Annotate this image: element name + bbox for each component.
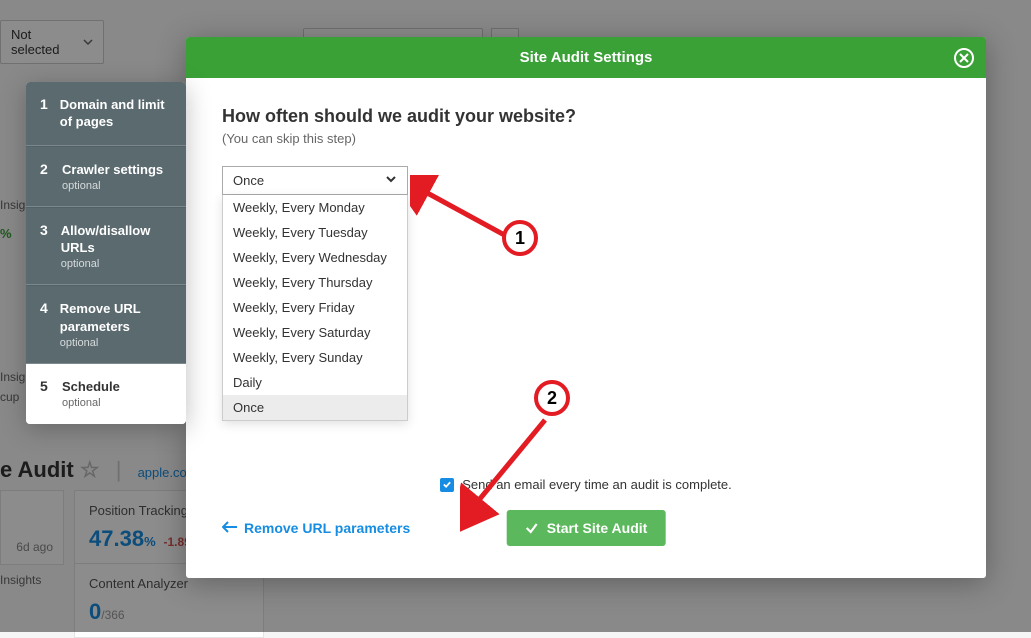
chevron-down-icon <box>385 173 397 188</box>
wizard-step-optional: optional <box>61 258 172 270</box>
modal-title: Site Audit Settings <box>520 49 653 66</box>
frequency-option[interactable]: Weekly, Every Friday <box>223 295 407 320</box>
question-subtitle: (You can skip this step) <box>222 131 950 146</box>
check-icon <box>442 480 452 489</box>
wizard-step-number: 3 <box>40 222 49 271</box>
wizard-step-label: Domain and limit of pages <box>60 97 165 129</box>
site-audit-settings-modal: Site Audit Settings How often should we … <box>186 37 986 578</box>
frequency-option[interactable]: Weekly, Every Sunday <box>223 345 407 370</box>
frequency-select[interactable]: Once <box>222 166 408 195</box>
frequency-dropdown[interactable]: Weekly, Every MondayWeekly, Every Tuesda… <box>222 195 408 421</box>
start-site-audit-button[interactable]: Start Site Audit <box>507 510 666 546</box>
wizard-step-label-wrap: Remove URL parameters optional <box>60 300 172 349</box>
wizard-step-label-wrap: Allow/disallow URLs optional <box>61 222 172 271</box>
frequency-option[interactable]: Weekly, Every Wednesday <box>223 245 407 270</box>
frequency-option[interactable]: Weekly, Every Monday <box>223 195 407 220</box>
wizard-step-number: 2 <box>40 161 50 192</box>
arrow-left-icon <box>222 520 238 536</box>
close-icon <box>959 53 969 63</box>
frequency-select-value: Once <box>233 173 264 188</box>
wizard-step-optional: optional <box>60 337 172 349</box>
wizard-step-label: Allow/disallow URLs <box>61 223 151 255</box>
frequency-option[interactable]: Once <box>223 395 407 420</box>
frequency-option[interactable]: Weekly, Every Thursday <box>223 270 407 295</box>
wizard-step-optional: optional <box>62 397 120 409</box>
modal-body: How often should we audit your website? … <box>186 78 986 578</box>
wizard-steps: 1 Domain and limit of pages 2 Crawler setti… <box>26 82 186 424</box>
modal-footer: Send an email every time an audit is com… <box>222 477 950 548</box>
wizard-step-1[interactable]: 1 Domain and limit of pages <box>26 82 186 146</box>
wizard-step-label-wrap: Schedule optional <box>62 378 120 409</box>
frequency-option[interactable]: Daily <box>223 370 407 395</box>
wizard-step-label-wrap: Domain and limit of pages <box>60 96 172 131</box>
wizard-step-number: 5 <box>40 378 50 409</box>
wizard-step-label: Crawler settings <box>62 162 163 177</box>
question-title: How often should we audit your website? <box>222 106 950 127</box>
wizard-step-number: 4 <box>40 300 48 349</box>
wizard-step-5[interactable]: 5 Schedule optional <box>26 364 186 424</box>
frequency-option[interactable]: Weekly, Every Saturday <box>223 320 407 345</box>
modal-header: Site Audit Settings <box>186 37 986 78</box>
wizard-step-label: Schedule <box>62 379 120 394</box>
wizard-step-label-wrap: Crawler settings optional <box>62 161 163 192</box>
back-link[interactable]: Remove URL parameters <box>222 520 410 536</box>
email-checkbox-label: Send an email every time an audit is com… <box>462 477 732 492</box>
close-button[interactable] <box>954 48 974 68</box>
wizard-step-3[interactable]: 3 Allow/disallow URLs optional <box>26 207 186 286</box>
start-button-label: Start Site Audit <box>547 520 648 536</box>
wizard-step-optional: optional <box>62 180 163 192</box>
email-notify-row: Send an email every time an audit is com… <box>222 477 950 492</box>
email-checkbox[interactable] <box>440 478 454 492</box>
frequency-option[interactable]: Weekly, Every Tuesday <box>223 220 407 245</box>
wizard-step-4[interactable]: 4 Remove URL parameters optional <box>26 285 186 364</box>
wizard-step-label: Remove URL parameters <box>60 301 141 333</box>
wizard-step-2[interactable]: 2 Crawler settings optional <box>26 146 186 207</box>
check-icon <box>525 521 539 535</box>
back-link-label: Remove URL parameters <box>244 520 410 536</box>
wizard-step-number: 1 <box>40 96 48 131</box>
